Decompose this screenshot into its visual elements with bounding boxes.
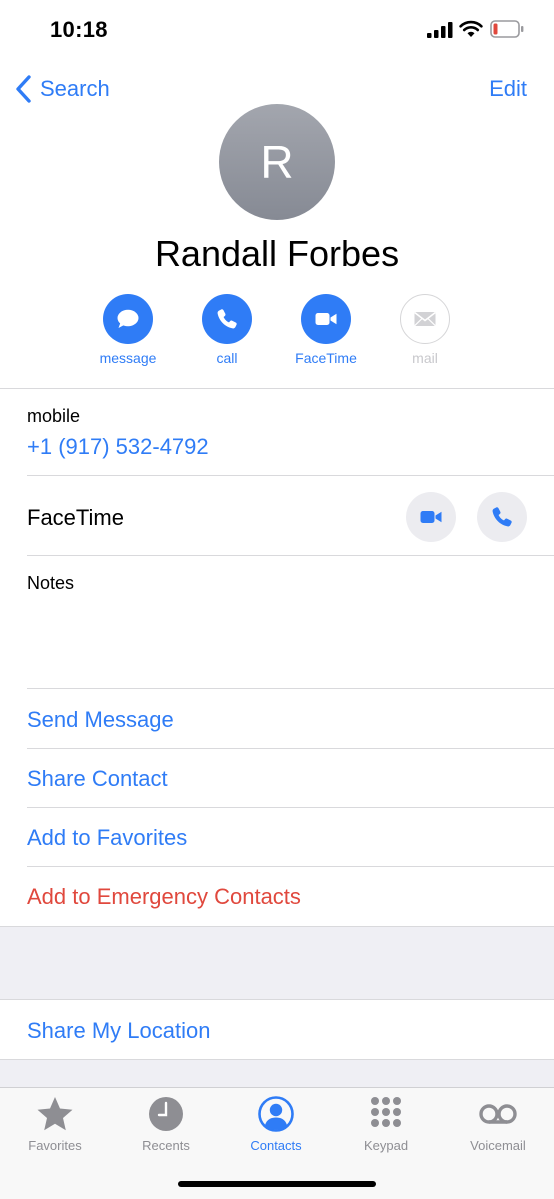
avatar-initial: R — [260, 136, 294, 188]
message-icon — [117, 309, 139, 328]
quick-actions: message call FaceTime mail — [0, 294, 554, 374]
tab-recents-label: Recents — [142, 1138, 190, 1153]
phone-icon — [492, 507, 512, 527]
tab-voicemail[interactable]: Voicemail — [448, 1094, 548, 1153]
star-icon — [37, 1097, 73, 1131]
chevron-left-icon — [16, 75, 31, 103]
wifi-icon — [459, 20, 483, 37]
person-circle-icon — [258, 1096, 294, 1132]
facetime-audio-button[interactable] — [477, 492, 527, 542]
section-spacer — [0, 926, 554, 1000]
divider — [27, 866, 554, 867]
tab-keypad[interactable]: Keypad — [336, 1094, 436, 1153]
mail-action-button[interactable]: mail — [380, 294, 470, 366]
video-camera-icon — [420, 511, 442, 523]
divider — [27, 688, 554, 689]
share-my-location-link[interactable]: Share My Location — [27, 1018, 210, 1044]
edit-button[interactable]: Edit — [489, 76, 527, 102]
add-to-favorites-link[interactable]: Add to Favorites — [27, 825, 187, 851]
phone-type-label: mobile — [27, 406, 81, 426]
back-button-label: Search — [40, 76, 110, 101]
call-action-button[interactable]: call — [182, 294, 272, 366]
tab-favorites[interactable]: Favorites — [5, 1094, 105, 1153]
back-button[interactable]: Search — [14, 72, 110, 106]
mail-icon — [414, 311, 436, 327]
divider — [27, 807, 554, 808]
tab-contacts[interactable]: Contacts — [226, 1094, 326, 1153]
battery-icon — [490, 20, 524, 38]
home-indicator[interactable] — [178, 1181, 376, 1187]
facetime-video-button[interactable] — [406, 492, 456, 542]
divider — [0, 388, 554, 389]
tab-contacts-label: Contacts — [250, 1138, 302, 1153]
message-action-button[interactable]: message — [83, 294, 173, 366]
send-message-link[interactable]: Send Message — [27, 707, 174, 733]
avatar: R — [219, 104, 335, 220]
mail-action-label: mail — [412, 350, 438, 366]
divider — [27, 475, 554, 476]
keypad-icon — [371, 1097, 401, 1127]
divider — [27, 555, 554, 556]
phone-number-link[interactable]: +1 (917) 532-4792 — [27, 434, 209, 460]
share-contact-link[interactable]: Share Contact — [27, 766, 168, 792]
voicemail-icon — [479, 1104, 517, 1124]
tab-voicemail-label: Voicemail — [470, 1138, 526, 1153]
facetime-action-label: FaceTime — [295, 350, 357, 366]
tab-recents[interactable]: Recents — [116, 1094, 216, 1153]
status-time: 10:18 — [50, 17, 108, 42]
contact-name: Randall Forbes — [154, 233, 400, 274]
tab-keypad-label: Keypad — [363, 1138, 409, 1153]
cellular-signal-icon — [427, 22, 453, 38]
tab-favorites-label: Favorites — [28, 1138, 82, 1153]
add-to-emergency-contacts-link[interactable]: Add to Emergency Contacts — [27, 884, 301, 910]
facetime-row-label: FaceTime — [27, 505, 124, 530]
clock-icon — [149, 1097, 183, 1131]
status-bar: 10:18 — [0, 0, 554, 60]
message-action-label: message — [99, 350, 157, 366]
video-camera-icon — [315, 313, 337, 325]
divider — [27, 748, 554, 749]
section-spacer — [0, 1059, 554, 1087]
call-action-label: call — [216, 350, 238, 366]
notes-field[interactable]: Notes — [27, 573, 74, 594]
phone-icon — [217, 309, 237, 329]
facetime-action-button[interactable]: FaceTime — [281, 294, 371, 366]
